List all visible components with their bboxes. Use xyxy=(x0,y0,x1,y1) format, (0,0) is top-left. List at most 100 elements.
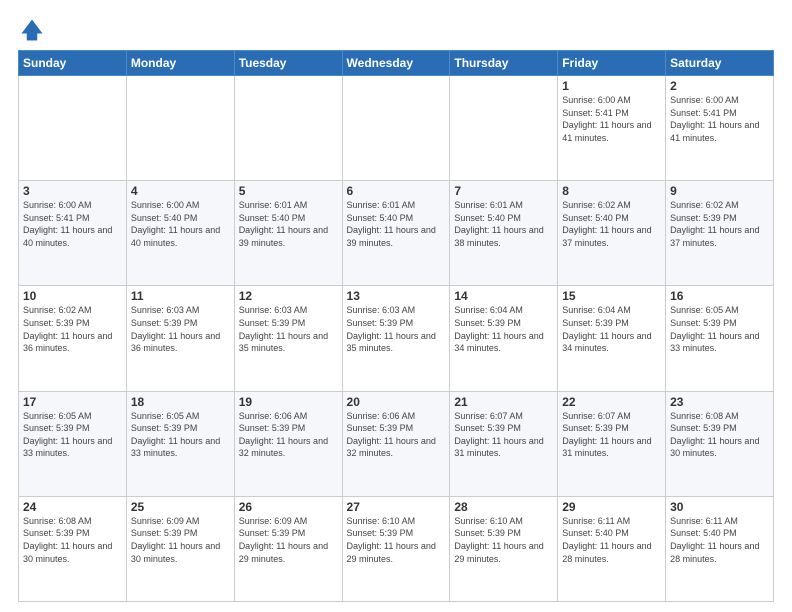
day-number: 6 xyxy=(347,184,446,198)
day-cell: 29Sunrise: 6:11 AM Sunset: 5:40 PM Dayli… xyxy=(558,496,666,601)
day-number: 27 xyxy=(347,500,446,514)
day-number: 5 xyxy=(239,184,338,198)
day-cell: 6Sunrise: 6:01 AM Sunset: 5:40 PM Daylig… xyxy=(342,181,450,286)
day-number: 16 xyxy=(670,289,769,303)
day-cell: 7Sunrise: 6:01 AM Sunset: 5:40 PM Daylig… xyxy=(450,181,558,286)
day-cell: 13Sunrise: 6:03 AM Sunset: 5:39 PM Dayli… xyxy=(342,286,450,391)
day-info: Sunrise: 6:10 AM Sunset: 5:39 PM Dayligh… xyxy=(347,515,446,565)
day-info: Sunrise: 6:02 AM Sunset: 5:40 PM Dayligh… xyxy=(562,199,661,249)
day-number: 20 xyxy=(347,395,446,409)
day-info: Sunrise: 6:06 AM Sunset: 5:39 PM Dayligh… xyxy=(347,410,446,460)
day-cell: 14Sunrise: 6:04 AM Sunset: 5:39 PM Dayli… xyxy=(450,286,558,391)
day-cell: 10Sunrise: 6:02 AM Sunset: 5:39 PM Dayli… xyxy=(19,286,127,391)
day-number: 4 xyxy=(131,184,230,198)
day-info: Sunrise: 6:10 AM Sunset: 5:39 PM Dayligh… xyxy=(454,515,553,565)
header-row: SundayMondayTuesdayWednesdayThursdayFrid… xyxy=(19,51,774,76)
day-number: 11 xyxy=(131,289,230,303)
day-number: 30 xyxy=(670,500,769,514)
day-cell: 16Sunrise: 6:05 AM Sunset: 5:39 PM Dayli… xyxy=(666,286,774,391)
header-cell-saturday: Saturday xyxy=(666,51,774,76)
day-number: 3 xyxy=(23,184,122,198)
day-number: 7 xyxy=(454,184,553,198)
day-info: Sunrise: 6:01 AM Sunset: 5:40 PM Dayligh… xyxy=(454,199,553,249)
day-number: 13 xyxy=(347,289,446,303)
day-info: Sunrise: 6:00 AM Sunset: 5:41 PM Dayligh… xyxy=(562,94,661,144)
calendar-header: SundayMondayTuesdayWednesdayThursdayFrid… xyxy=(19,51,774,76)
day-info: Sunrise: 6:04 AM Sunset: 5:39 PM Dayligh… xyxy=(454,304,553,354)
day-info: Sunrise: 6:05 AM Sunset: 5:39 PM Dayligh… xyxy=(670,304,769,354)
logo xyxy=(18,16,50,44)
day-info: Sunrise: 6:02 AM Sunset: 5:39 PM Dayligh… xyxy=(670,199,769,249)
day-cell: 30Sunrise: 6:11 AM Sunset: 5:40 PM Dayli… xyxy=(666,496,774,601)
day-info: Sunrise: 6:06 AM Sunset: 5:39 PM Dayligh… xyxy=(239,410,338,460)
day-cell: 2Sunrise: 6:00 AM Sunset: 5:41 PM Daylig… xyxy=(666,76,774,181)
day-info: Sunrise: 6:05 AM Sunset: 5:39 PM Dayligh… xyxy=(23,410,122,460)
day-cell: 18Sunrise: 6:05 AM Sunset: 5:39 PM Dayli… xyxy=(126,391,234,496)
day-number: 8 xyxy=(562,184,661,198)
day-info: Sunrise: 6:03 AM Sunset: 5:39 PM Dayligh… xyxy=(239,304,338,354)
day-number: 29 xyxy=(562,500,661,514)
day-info: Sunrise: 6:09 AM Sunset: 5:39 PM Dayligh… xyxy=(131,515,230,565)
day-cell xyxy=(19,76,127,181)
day-cell xyxy=(234,76,342,181)
day-number: 28 xyxy=(454,500,553,514)
day-info: Sunrise: 6:00 AM Sunset: 5:41 PM Dayligh… xyxy=(23,199,122,249)
header-cell-monday: Monday xyxy=(126,51,234,76)
day-info: Sunrise: 6:11 AM Sunset: 5:40 PM Dayligh… xyxy=(670,515,769,565)
header-cell-tuesday: Tuesday xyxy=(234,51,342,76)
day-cell: 22Sunrise: 6:07 AM Sunset: 5:39 PM Dayli… xyxy=(558,391,666,496)
day-cell: 1Sunrise: 6:00 AM Sunset: 5:41 PM Daylig… xyxy=(558,76,666,181)
day-cell: 26Sunrise: 6:09 AM Sunset: 5:39 PM Dayli… xyxy=(234,496,342,601)
calendar-table: SundayMondayTuesdayWednesdayThursdayFrid… xyxy=(18,50,774,602)
day-cell: 28Sunrise: 6:10 AM Sunset: 5:39 PM Dayli… xyxy=(450,496,558,601)
day-info: Sunrise: 6:00 AM Sunset: 5:40 PM Dayligh… xyxy=(131,199,230,249)
day-number: 1 xyxy=(562,79,661,93)
day-info: Sunrise: 6:02 AM Sunset: 5:39 PM Dayligh… xyxy=(23,304,122,354)
day-number: 12 xyxy=(239,289,338,303)
header-cell-thursday: Thursday xyxy=(450,51,558,76)
header-cell-friday: Friday xyxy=(558,51,666,76)
day-number: 23 xyxy=(670,395,769,409)
day-number: 9 xyxy=(670,184,769,198)
day-cell: 25Sunrise: 6:09 AM Sunset: 5:39 PM Dayli… xyxy=(126,496,234,601)
page: SundayMondayTuesdayWednesdayThursdayFrid… xyxy=(0,0,792,612)
day-number: 10 xyxy=(23,289,122,303)
day-cell xyxy=(450,76,558,181)
week-row-1: 3Sunrise: 6:00 AM Sunset: 5:41 PM Daylig… xyxy=(19,181,774,286)
logo-icon xyxy=(18,16,46,44)
day-info: Sunrise: 6:08 AM Sunset: 5:39 PM Dayligh… xyxy=(23,515,122,565)
week-row-0: 1Sunrise: 6:00 AM Sunset: 5:41 PM Daylig… xyxy=(19,76,774,181)
header xyxy=(18,16,774,44)
day-number: 25 xyxy=(131,500,230,514)
day-info: Sunrise: 6:01 AM Sunset: 5:40 PM Dayligh… xyxy=(239,199,338,249)
day-info: Sunrise: 6:08 AM Sunset: 5:39 PM Dayligh… xyxy=(670,410,769,460)
day-cell: 27Sunrise: 6:10 AM Sunset: 5:39 PM Dayli… xyxy=(342,496,450,601)
day-cell: 12Sunrise: 6:03 AM Sunset: 5:39 PM Dayli… xyxy=(234,286,342,391)
day-info: Sunrise: 6:05 AM Sunset: 5:39 PM Dayligh… xyxy=(131,410,230,460)
week-row-2: 10Sunrise: 6:02 AM Sunset: 5:39 PM Dayli… xyxy=(19,286,774,391)
day-info: Sunrise: 6:07 AM Sunset: 5:39 PM Dayligh… xyxy=(562,410,661,460)
day-number: 15 xyxy=(562,289,661,303)
day-cell xyxy=(342,76,450,181)
day-number: 24 xyxy=(23,500,122,514)
day-info: Sunrise: 6:01 AM Sunset: 5:40 PM Dayligh… xyxy=(347,199,446,249)
day-number: 21 xyxy=(454,395,553,409)
day-cell: 15Sunrise: 6:04 AM Sunset: 5:39 PM Dayli… xyxy=(558,286,666,391)
day-info: Sunrise: 6:00 AM Sunset: 5:41 PM Dayligh… xyxy=(670,94,769,144)
week-row-3: 17Sunrise: 6:05 AM Sunset: 5:39 PM Dayli… xyxy=(19,391,774,496)
day-cell: 23Sunrise: 6:08 AM Sunset: 5:39 PM Dayli… xyxy=(666,391,774,496)
day-info: Sunrise: 6:07 AM Sunset: 5:39 PM Dayligh… xyxy=(454,410,553,460)
day-cell: 21Sunrise: 6:07 AM Sunset: 5:39 PM Dayli… xyxy=(450,391,558,496)
day-cell xyxy=(126,76,234,181)
day-info: Sunrise: 6:03 AM Sunset: 5:39 PM Dayligh… xyxy=(347,304,446,354)
day-cell: 9Sunrise: 6:02 AM Sunset: 5:39 PM Daylig… xyxy=(666,181,774,286)
calendar-body: 1Sunrise: 6:00 AM Sunset: 5:41 PM Daylig… xyxy=(19,76,774,602)
day-cell: 24Sunrise: 6:08 AM Sunset: 5:39 PM Dayli… xyxy=(19,496,127,601)
day-number: 19 xyxy=(239,395,338,409)
day-number: 18 xyxy=(131,395,230,409)
day-cell: 20Sunrise: 6:06 AM Sunset: 5:39 PM Dayli… xyxy=(342,391,450,496)
header-cell-wednesday: Wednesday xyxy=(342,51,450,76)
day-cell: 19Sunrise: 6:06 AM Sunset: 5:39 PM Dayli… xyxy=(234,391,342,496)
day-cell: 11Sunrise: 6:03 AM Sunset: 5:39 PM Dayli… xyxy=(126,286,234,391)
day-info: Sunrise: 6:03 AM Sunset: 5:39 PM Dayligh… xyxy=(131,304,230,354)
